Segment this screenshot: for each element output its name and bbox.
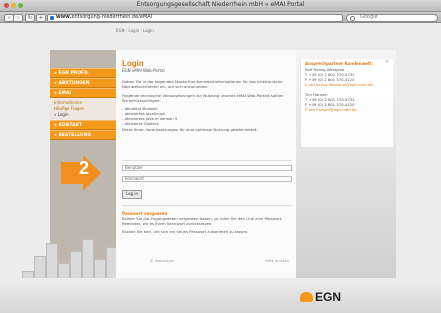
search-icon bbox=[350, 16, 355, 21]
menu-item-kontakt[interactable]: » KONTAKT bbox=[50, 120, 116, 130]
password-label: Kennwort bbox=[125, 176, 144, 181]
main-menu: » EGN PROFIL » ABSTUNGEN » EMAI Informat… bbox=[50, 68, 116, 140]
username-label: Benutzer bbox=[125, 165, 144, 170]
site-icon bbox=[50, 16, 54, 20]
page-footer bbox=[0, 278, 441, 313]
logo: EGN bbox=[315, 290, 342, 304]
requirements-text: Folgende technische Voraussetzungen zur … bbox=[122, 93, 284, 103]
menu-item-bestellung[interactable]: » BESTELLUNG bbox=[50, 130, 116, 140]
submenu: Informationen Häufige Fragen » Login bbox=[50, 98, 116, 120]
menu-item-abstungen[interactable]: » ABSTUNGEN bbox=[50, 78, 116, 88]
forgot-password-text: Sollten Sie die Zugangsdaten vergessen h… bbox=[122, 216, 283, 226]
page-subtitle: EGN eMAI-Web-Portal bbox=[122, 68, 165, 73]
intro-text: Geben Sie in der folgenden Maske Ihre Ke… bbox=[122, 79, 283, 89]
password-field[interactable]: Kennwort bbox=[122, 176, 292, 182]
browser-toolbar: ‹ › ↻ + www.entsorgung-niederrhein.de/eM… bbox=[0, 12, 441, 23]
forgot-password-link-text[interactable]: Klicken Sie hier, um sich ein neues Pass… bbox=[122, 229, 290, 234]
menu-item-egn-profil[interactable]: » EGN PROFIL bbox=[50, 68, 116, 78]
search-bar[interactable]: Google bbox=[346, 14, 438, 22]
reload-button[interactable]: ↻ bbox=[25, 14, 35, 22]
requirement-cookies: - aktivierte Cookies bbox=[122, 121, 159, 126]
requirements-note: Diese Ihnen Voraussetzungen für eine opt… bbox=[122, 127, 258, 132]
add-bookmark-button[interactable]: + bbox=[36, 14, 46, 22]
search-placeholder: Google bbox=[360, 14, 378, 20]
title-bar: Entsorgungsgesellschaft Niederrhein mbH … bbox=[0, 0, 441, 12]
window-title: Entsorgungsgesellschaft Niederrhein mbH … bbox=[136, 1, 305, 8]
contact-heading: Ansprechpartner Kundenwelt: bbox=[305, 61, 373, 66]
close-icon[interactable]: × bbox=[384, 59, 390, 65]
url-host: www. bbox=[56, 14, 72, 20]
footer-print-link[interactable]: Seite drucken bbox=[265, 259, 289, 263]
contact-box: Ansprechpartner Kundenwelt: Ralf Heinig-… bbox=[300, 59, 393, 147]
contact-email-2[interactable]: E tim.hansen@egn-mbh.de bbox=[305, 107, 389, 112]
username-field[interactable]: Benutzer bbox=[122, 165, 292, 171]
logo-icon bbox=[300, 292, 313, 302]
address-bar[interactable]: www.entsorgung-niederrhein.de/eMAI bbox=[47, 14, 343, 22]
breadcrumb[interactable]: EGN · Login · Login bbox=[116, 28, 154, 33]
divider bbox=[122, 205, 292, 206]
callout-number: 2 bbox=[79, 158, 90, 178]
submenu-item-login[interactable]: » Login bbox=[54, 112, 116, 118]
page-title: Login bbox=[122, 59, 144, 68]
menu-item-emai[interactable]: » EMAI bbox=[50, 88, 116, 98]
divider bbox=[122, 160, 292, 161]
footer-imprint-link[interactable]: © Impressum bbox=[150, 259, 174, 263]
login-button[interactable]: Log in bbox=[122, 190, 142, 199]
browser-window: Entsorgungsgesellschaft Niederrhein mbH … bbox=[0, 0, 441, 313]
url-path: entsorgung-niederrhein.de/eMAI bbox=[71, 14, 153, 20]
forward-button[interactable]: › bbox=[13, 14, 23, 22]
